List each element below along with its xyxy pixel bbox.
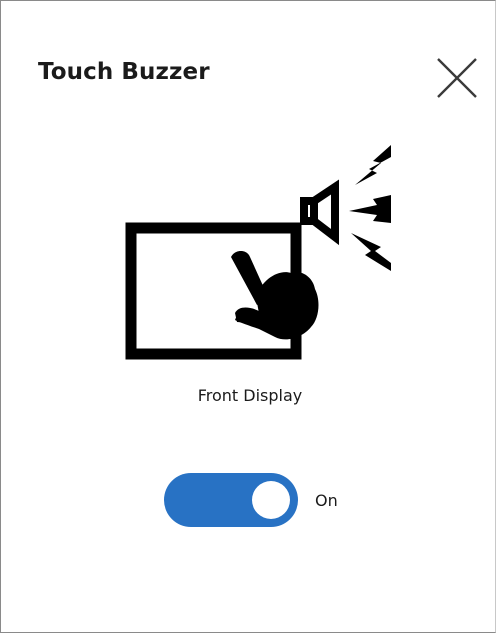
device-label: Front Display [197,386,303,405]
touch-screen-buzzer-icon [119,139,395,367]
dialog-title: Touch Buzzer [38,59,210,85]
buzzer-toggle-row: On [164,473,338,527]
close-button[interactable] [434,55,480,101]
toggle-state-label: On [315,490,338,510]
close-icon [437,58,477,98]
touch-buzzer-dialog: Touch Buzzer Front Display On [0,0,496,633]
buzzer-toggle[interactable] [164,473,298,527]
toggle-knob [252,481,290,519]
